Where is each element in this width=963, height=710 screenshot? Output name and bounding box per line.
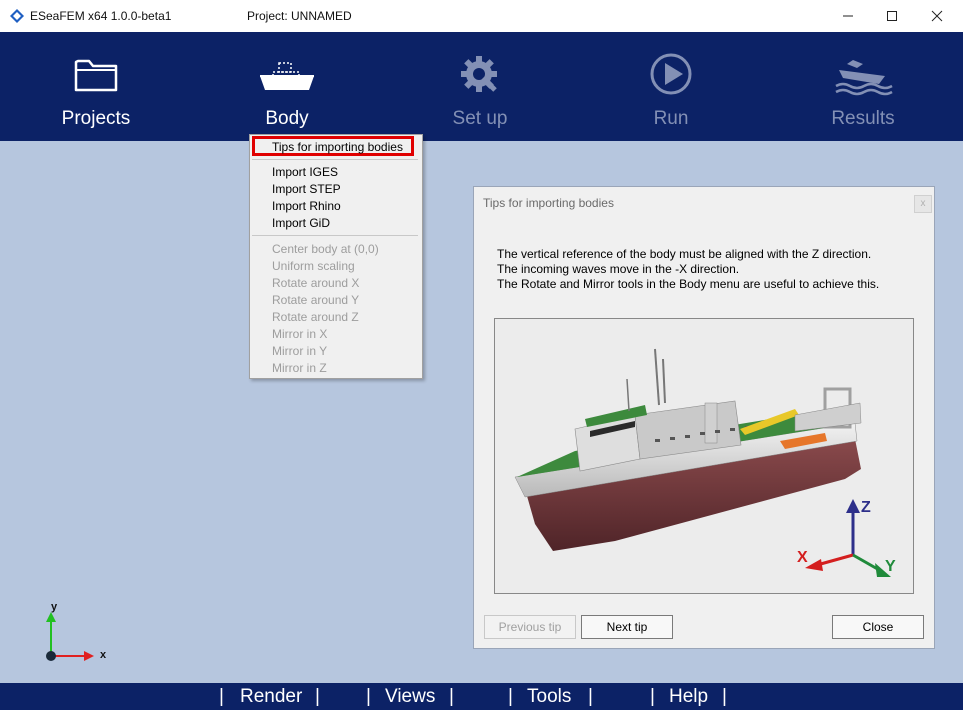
gear-wrench-icon <box>461 56 497 92</box>
ribbon-results[interactable]: Results <box>783 32 943 141</box>
bottom-separator: | <box>722 686 727 707</box>
axis-label-z: Z <box>861 499 871 516</box>
ribbon-label-run: Run <box>653 108 689 129</box>
bottom-menu-help[interactable]: Help <box>669 686 708 708</box>
menu-item-import-iges[interactable]: Import IGES <box>272 165 338 179</box>
triad-label-x: x <box>100 649 107 661</box>
bottom-separator: | <box>315 686 320 707</box>
project-title: Project: UNNAMED <box>247 9 352 23</box>
ship-model-image: Z X Y <box>514 348 896 577</box>
triad-label-y: y <box>51 601 58 613</box>
close-dialog-button[interactable]: Close <box>832 615 924 639</box>
menu-item-rotate-x[interactable]: Rotate around X <box>272 276 359 290</box>
ribbon-run[interactable]: Run <box>591 32 751 141</box>
tip-text-line: The incoming waves move in the -X direct… <box>497 262 740 276</box>
app-logo-icon <box>10 9 24 23</box>
maximize-button[interactable] <box>869 0 915 32</box>
bottom-separator: | <box>650 686 655 707</box>
axis-label-x: X <box>797 549 808 566</box>
ribbon-label-projects: Projects <box>61 108 131 129</box>
ribbon-label-results: Results <box>831 108 895 129</box>
bottom-separator: | <box>219 686 224 707</box>
close-icon <box>931 10 943 22</box>
close-window-button[interactable] <box>914 0 960 32</box>
maximize-icon <box>887 11 897 21</box>
bottom-separator: | <box>588 686 593 707</box>
next-tip-button[interactable]: Next tip <box>581 615 673 639</box>
minimize-icon <box>843 15 853 17</box>
menu-item-mirror-y[interactable]: Mirror in Y <box>272 344 327 358</box>
body-menu: Tips for importing bodies Import IGES Im… <box>249 134 423 379</box>
ribbon-label-body: Body <box>265 108 309 129</box>
play-icon <box>650 53 692 95</box>
menu-item-center-body[interactable]: Center body at (0,0) <box>272 242 379 256</box>
dialog-title: Tips for importing bodies <box>483 196 614 210</box>
bottom-menu-render[interactable]: Render <box>240 686 302 708</box>
ship-waves-icon <box>835 60 893 96</box>
tips-dialog: Tips for importing bodies x The vertical… <box>473 186 935 649</box>
bottom-menu-tools[interactable]: Tools <box>527 686 571 708</box>
tip-image: Z X Y <box>494 318 914 594</box>
bottom-separator: | <box>366 686 371 707</box>
ribbon-setup[interactable]: Set up <box>400 32 560 141</box>
tip-text-line: The vertical reference of the body must … <box>497 247 872 261</box>
menu-item-rotate-z[interactable]: Rotate around Z <box>272 310 359 324</box>
app-title: ESeaFEM x64 1.0.0-beta1 <box>30 9 172 23</box>
menu-item-import-gid[interactable]: Import GiD <box>272 216 330 230</box>
main-ribbon: Projects Body Set up Run Results <box>0 32 963 141</box>
bottom-menu-bar: | Render | | Views | | Tools | | Help | <box>0 683 963 710</box>
tip-text-line: The Rotate and Mirror tools in the Body … <box>497 277 880 291</box>
ribbon-label-setup: Set up <box>452 108 508 129</box>
title-bar: ESeaFEM x64 1.0.0-beta1 Project: UNNAMED <box>0 0 963 32</box>
bottom-separator: | <box>508 686 513 707</box>
folder-icon <box>74 59 118 92</box>
previous-tip-button[interactable]: Previous tip <box>484 615 576 639</box>
axis-label-y: Y <box>885 558 896 575</box>
menu-item-rotate-y[interactable]: Rotate around Y <box>272 293 359 307</box>
ribbon-body[interactable]: Body <box>207 32 367 141</box>
menu-item-tips[interactable]: Tips for importing bodies <box>272 140 403 154</box>
menu-item-mirror-x[interactable]: Mirror in X <box>272 327 327 341</box>
menu-separator <box>252 235 418 236</box>
menu-separator <box>252 159 418 160</box>
menu-item-import-rhino[interactable]: Import Rhino <box>272 199 341 213</box>
dialog-close-button[interactable]: x <box>914 195 932 213</box>
menu-item-import-step[interactable]: Import STEP <box>272 182 341 196</box>
menu-item-mirror-z[interactable]: Mirror in Z <box>272 361 327 375</box>
bottom-separator: | <box>449 686 454 707</box>
minimize-button[interactable] <box>825 0 871 32</box>
ship-icon <box>260 62 314 90</box>
axis-triad: y x <box>46 601 107 661</box>
bottom-menu-views[interactable]: Views <box>385 686 435 708</box>
menu-item-uniform-scaling[interactable]: Uniform scaling <box>272 259 355 273</box>
ribbon-projects[interactable]: Projects <box>16 32 176 141</box>
